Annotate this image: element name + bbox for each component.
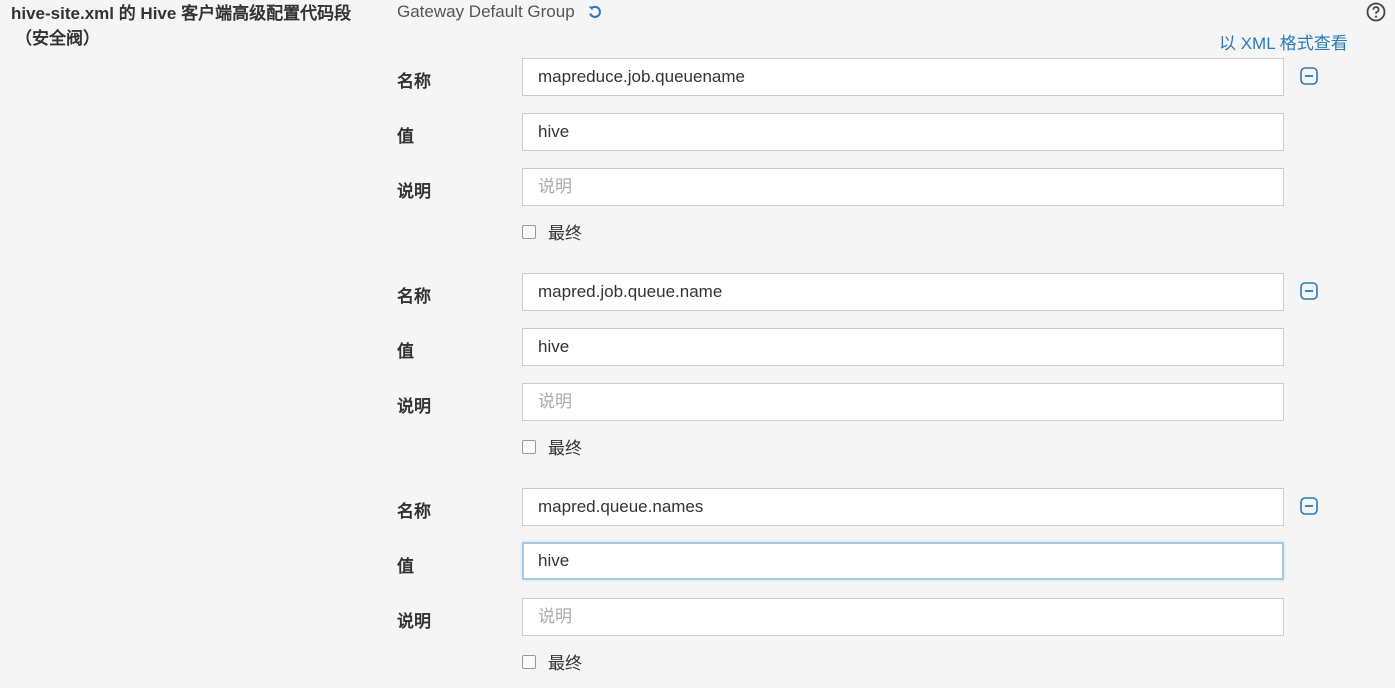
- remove-entry-icon[interactable]: [1300, 497, 1318, 515]
- config-group: Gateway Default Group: [397, 1, 603, 23]
- description-label: 说明: [397, 182, 431, 201]
- property-title-sub: （安全阀）: [15, 29, 100, 48]
- config-entry: 名称 值 说明 最终: [0, 57, 1395, 267]
- help-circle-icon[interactable]: [1366, 2, 1386, 22]
- checkbox[interactable]: [522, 439, 536, 454]
- description-input[interactable]: [522, 598, 1284, 636]
- description-label: 说明: [397, 397, 431, 416]
- value-input[interactable]: [522, 542, 1284, 580]
- final-checkbox[interactable]: 最终: [522, 434, 582, 459]
- property-title: hive-site.xml 的 Hive 客户端高级配置代码段 （安全阀）: [11, 1, 371, 51]
- value-input[interactable]: [522, 113, 1284, 151]
- config-group-name: Gateway Default Group: [397, 2, 575, 21]
- value-label: 值: [397, 557, 414, 576]
- value-label: 值: [397, 342, 414, 361]
- property-title-main: hive-site.xml 的 Hive 客户端高级配置代码段: [11, 4, 352, 23]
- final-label: 最终: [548, 654, 582, 673]
- name-label: 名称: [397, 72, 431, 91]
- revert-icon[interactable]: [587, 4, 603, 20]
- name-input[interactable]: [522, 58, 1284, 96]
- remove-entry-icon[interactable]: [1300, 282, 1318, 300]
- safety-valve-editor: hive-site.xml 的 Hive 客户端高级配置代码段 （安全阀） Ga…: [0, 0, 1395, 688]
- config-entry: 名称 值 说明 最终: [0, 272, 1395, 482]
- value-input[interactable]: [522, 328, 1284, 366]
- checkbox[interactable]: [522, 224, 536, 239]
- description-input[interactable]: [522, 383, 1284, 421]
- description-label: 说明: [397, 612, 431, 631]
- checkbox[interactable]: [522, 654, 536, 669]
- config-entry: 名称 值 说明 最终: [0, 487, 1395, 688]
- name-label: 名称: [397, 502, 431, 521]
- name-input[interactable]: [522, 488, 1284, 526]
- name-label: 名称: [397, 287, 431, 306]
- final-label: 最终: [548, 439, 582, 458]
- remove-entry-icon[interactable]: [1300, 67, 1318, 85]
- view-as-xml-link[interactable]: 以 XML 格式查看: [1219, 29, 1348, 54]
- final-checkbox[interactable]: 最终: [522, 219, 582, 244]
- name-input[interactable]: [522, 273, 1284, 311]
- value-label: 值: [397, 127, 414, 146]
- description-input[interactable]: [522, 168, 1284, 206]
- final-label: 最终: [548, 224, 582, 243]
- final-checkbox[interactable]: 最终: [522, 649, 582, 674]
